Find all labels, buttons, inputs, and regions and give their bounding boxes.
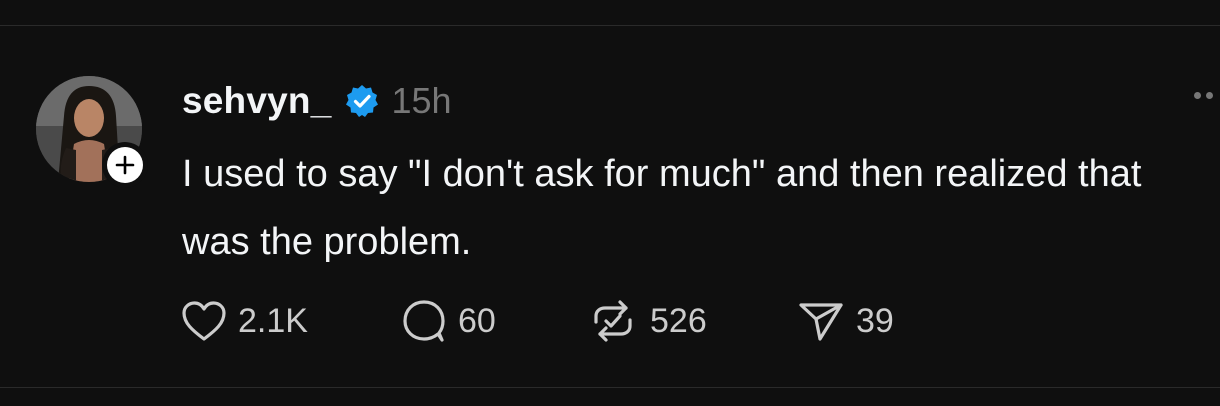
- action-bar: 2.1K 60 526 39: [180, 296, 894, 346]
- send-icon: [796, 299, 846, 343]
- heart-icon: [180, 299, 228, 343]
- reply-count: 60: [458, 301, 496, 340]
- comment-icon: [400, 298, 448, 344]
- follow-button[interactable]: [102, 142, 148, 188]
- avatar-container[interactable]: [36, 76, 148, 188]
- thread-post: sehvyn_ 15h I used to say "I don't ask f…: [0, 0, 1220, 406]
- more-horizontal-icon: [1206, 92, 1213, 99]
- more-options-button[interactable]: [1194, 92, 1213, 99]
- like-button[interactable]: 2.1K: [180, 299, 400, 343]
- post-text: I used to say "I don't ask for much" and…: [182, 153, 1142, 263]
- repost-count: 526: [650, 301, 707, 340]
- more-horizontal-icon: [1194, 92, 1201, 99]
- share-button[interactable]: 39: [796, 299, 894, 343]
- share-count: 39: [856, 301, 894, 340]
- divider: [0, 387, 1220, 388]
- like-count: 2.1K: [238, 301, 308, 340]
- repost-icon: [586, 298, 640, 344]
- repost-button[interactable]: 526: [586, 298, 796, 344]
- plus-icon: [107, 147, 143, 183]
- verified-badge-icon: [344, 83, 380, 119]
- username[interactable]: sehvyn_: [182, 80, 332, 122]
- reply-button[interactable]: 60: [400, 298, 586, 344]
- timestamp: 15h: [391, 80, 452, 121]
- divider: [0, 25, 1220, 26]
- post-header: sehvyn_ 15h: [182, 76, 452, 126]
